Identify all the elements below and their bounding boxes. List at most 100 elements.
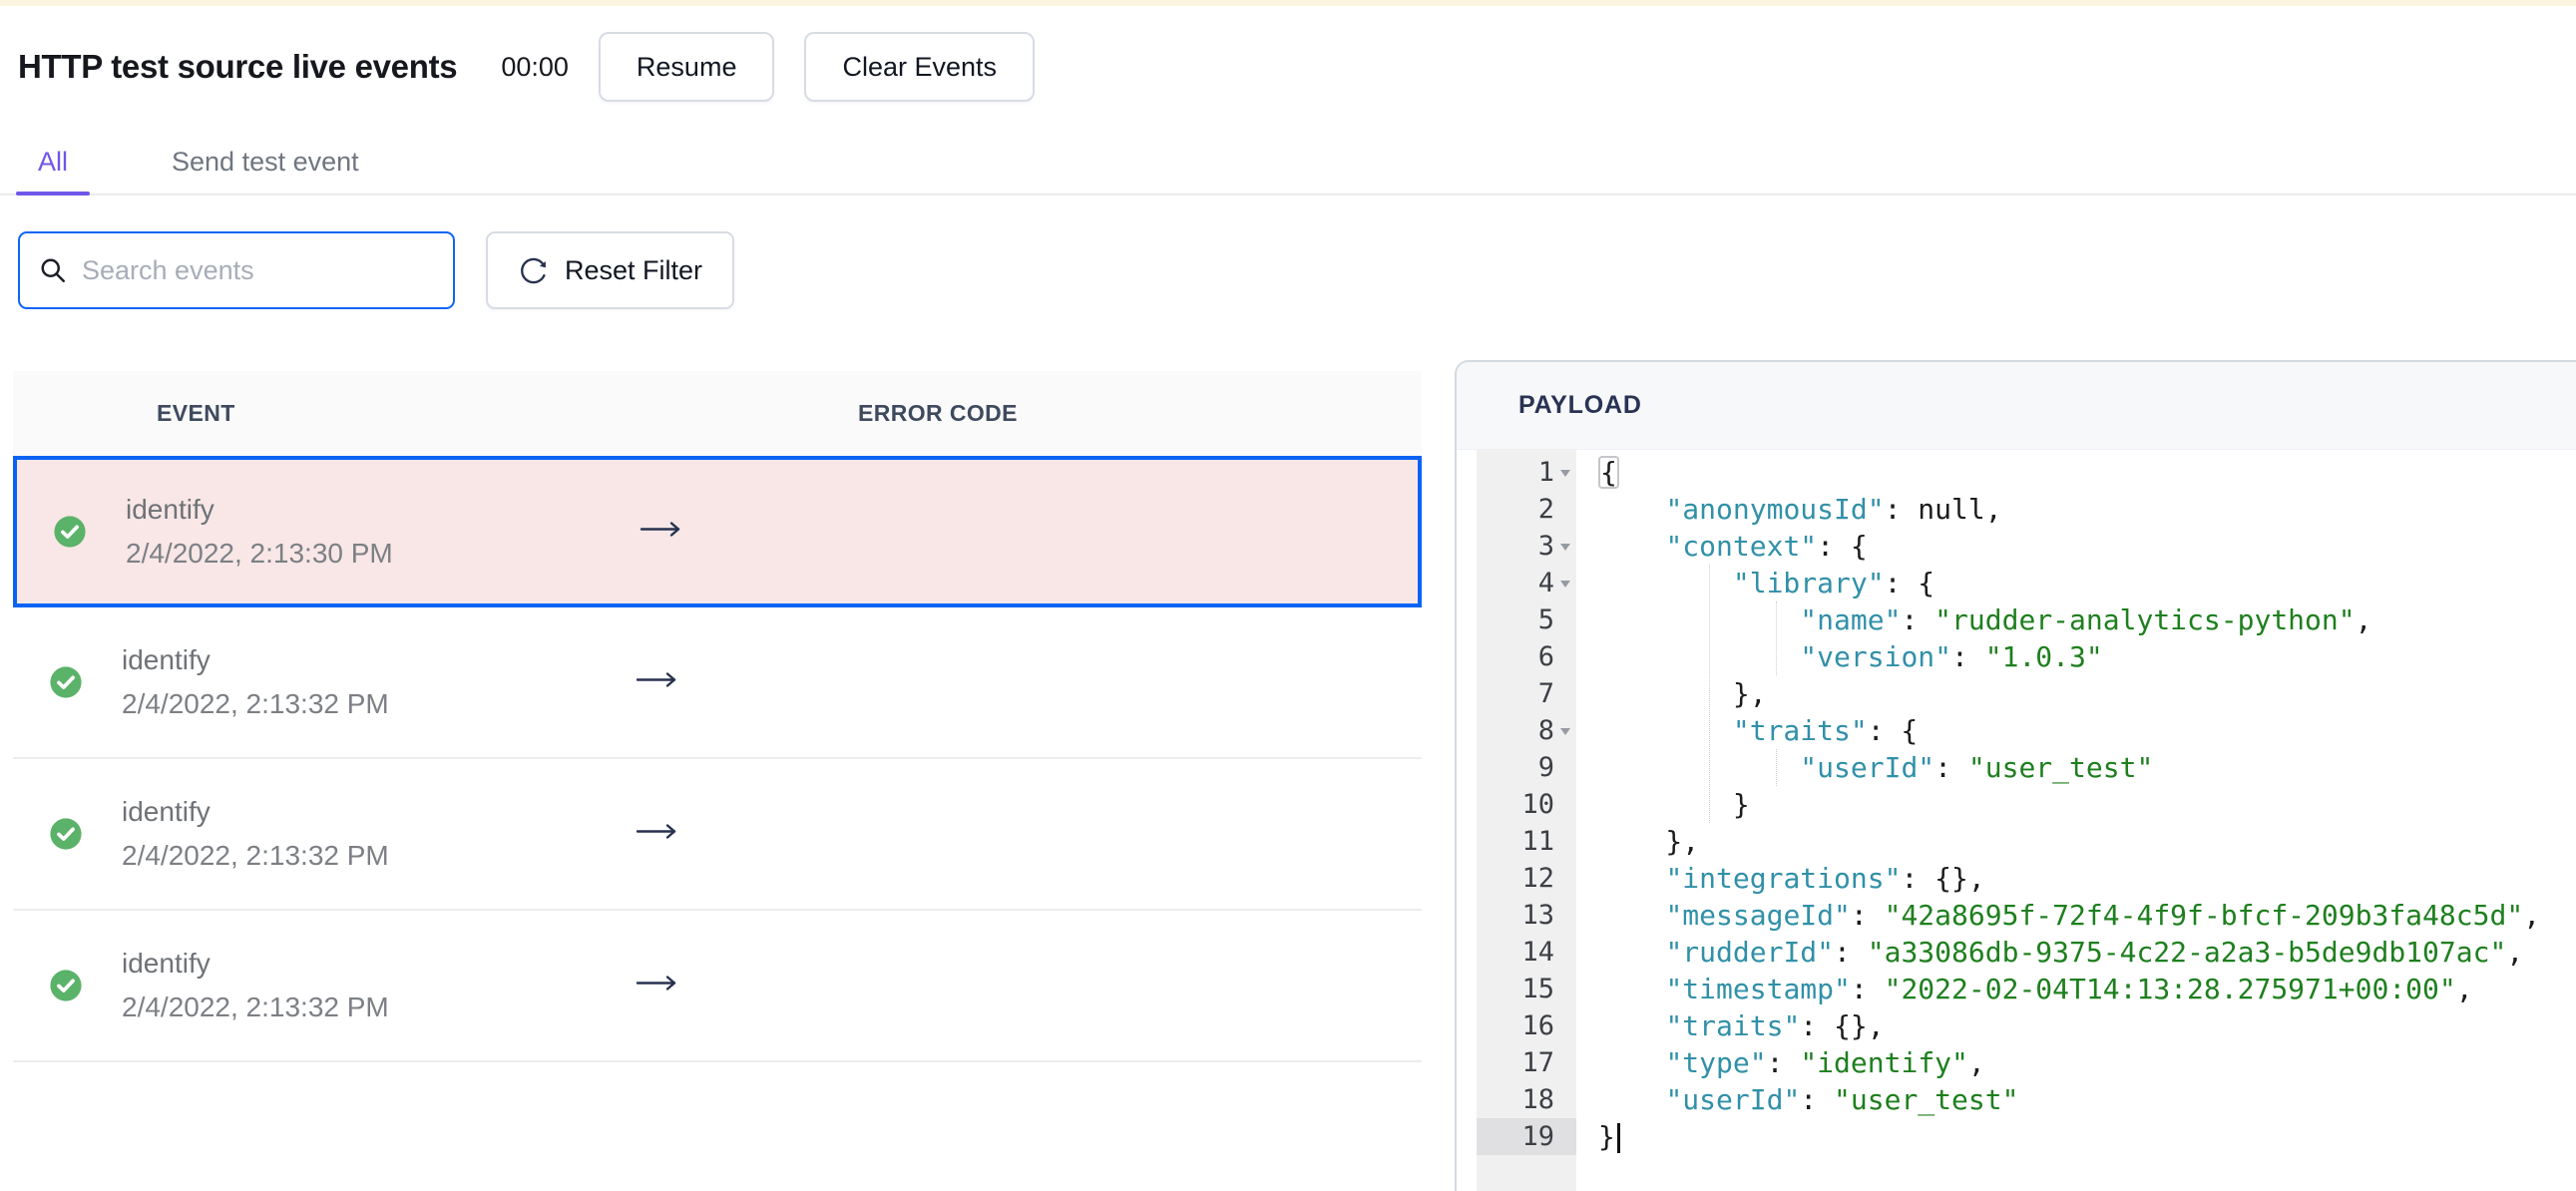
gutter-cell: 16: [1477, 1007, 1576, 1044]
fold-toggle-icon[interactable]: [1554, 468, 1576, 477]
line-number: 2: [1537, 494, 1554, 525]
filter-row: Reset Filter: [0, 231, 2576, 309]
event-name: identify: [122, 948, 211, 979]
code-line: 17 "type": "identify",: [1457, 1044, 2576, 1081]
code-text: "context": {: [1665, 530, 1868, 563]
arrow-right-icon[interactable]: [636, 975, 677, 997]
event-cell: identify 2/4/2022, 2:13:32 PM: [122, 644, 389, 720]
code-text: "version": "1.0.3": [1800, 640, 2103, 673]
event-row[interactable]: identify 2/4/2022, 2:13:32 PM: [13, 759, 1422, 911]
event-timestamp: 2/4/2022, 2:13:30 PM: [126, 538, 393, 569]
code-line: 4 "library": {: [1457, 565, 2576, 601]
code-line: 19}: [1457, 1118, 2576, 1155]
gutter-cell: 9: [1477, 749, 1576, 786]
code-text: {: [1600, 456, 1617, 489]
search-input[interactable]: [82, 254, 435, 286]
reset-filter-button[interactable]: Reset Filter: [486, 231, 735, 309]
reset-filter-label: Reset Filter: [565, 254, 703, 285]
clear-events-button[interactable]: Clear Events: [804, 32, 1036, 102]
code-line: 7 },: [1457, 675, 2576, 712]
code-text: "integrations": {},: [1665, 862, 1985, 895]
gutter-cell: 14: [1477, 934, 1576, 971]
payload-panel-header: PAYLOAD: [1457, 362, 2576, 450]
line-number: 13: [1521, 900, 1554, 931]
event-timestamp: 2/4/2022, 2:13:32 PM: [122, 992, 389, 1022]
gutter-cell: 19: [1477, 1118, 1576, 1155]
column-header-error-code: ERROR CODE: [858, 400, 1018, 426]
gutter-cell: 8: [1477, 712, 1576, 749]
line-number: 10: [1521, 789, 1554, 820]
line-number: 3: [1537, 531, 1554, 562]
top-accent-strip: [0, 0, 2576, 6]
event-row[interactable]: identify 2/4/2022, 2:13:32 PM: [13, 607, 1422, 759]
content-area: EVENT ERROR CODE identify 2/4/2022, 2:13:…: [0, 309, 2576, 1191]
line-number: 7: [1537, 678, 1554, 709]
code-line: 11 },: [1457, 823, 2576, 860]
line-number: 19: [1521, 1121, 1554, 1152]
code-line: 15 "timestamp": "2022-02-04T14:13:28.275…: [1457, 971, 2576, 1007]
line-number: 16: [1521, 1010, 1554, 1041]
gutter-cell: 12: [1477, 860, 1576, 897]
code-line: 13 "messageId": "42a8695f-72f4-4f9f-bfcf…: [1457, 897, 2576, 934]
code-text: "traits": {},: [1665, 1009, 1885, 1042]
code-line: 6 "version": "1.0.3": [1457, 638, 2576, 675]
event-name: identify: [122, 796, 211, 827]
success-check-icon: [49, 817, 83, 851]
page-title: HTTP test source live events: [18, 48, 458, 85]
fold-toggle-icon[interactable]: [1554, 726, 1576, 735]
event-timestamp: 2/4/2022, 2:13:32 PM: [122, 688, 389, 719]
gutter-cell: 17: [1477, 1044, 1576, 1081]
code-line: 3 "context": {: [1457, 528, 2576, 565]
code-text: "name": "rudder-analytics-python",: [1800, 603, 2372, 636]
line-number: 12: [1521, 863, 1554, 894]
tab-all[interactable]: All: [16, 130, 91, 196]
refresh-icon: [521, 257, 546, 283]
line-number: 1: [1537, 457, 1554, 488]
gutter-cell: 1: [1477, 454, 1576, 491]
code-line: 8 "traits": {: [1457, 712, 2576, 749]
tab-bar: All Send test event: [0, 130, 2576, 196]
line-number: 11: [1521, 826, 1554, 857]
gutter-cell: 10: [1477, 786, 1576, 823]
arrow-right-icon[interactable]: [636, 823, 677, 846]
search-box[interactable]: [18, 231, 455, 309]
event-row-selected[interactable]: identify 2/4/2022, 2:13:30 PM: [13, 456, 1422, 607]
code-line: 9 "userId": "user_test": [1457, 749, 2576, 786]
events-table: EVENT ERROR CODE identify 2/4/2022, 2:13:…: [13, 371, 1422, 1062]
success-check-icon: [49, 969, 83, 1002]
line-number: 15: [1521, 974, 1554, 1004]
code-line: 12 "integrations": {},: [1457, 860, 2576, 897]
code-text: "userId": "user_test": [1665, 1083, 2019, 1116]
code-line: 16 "traits": {},: [1457, 1007, 2576, 1044]
column-header-event: EVENT: [157, 400, 235, 426]
events-table-header: EVENT ERROR CODE: [13, 371, 1422, 456]
code-text: }: [1598, 788, 1750, 821]
event-timestamp: 2/4/2022, 2:13:32 PM: [122, 840, 389, 871]
arrow-right-icon[interactable]: [640, 521, 681, 544]
code-text: "userId": "user_test": [1800, 751, 2154, 784]
event-row[interactable]: identify 2/4/2022, 2:13:32 PM: [13, 911, 1422, 1062]
gutter-cell: 18: [1477, 1081, 1576, 1118]
timer-value: 00:00: [501, 51, 569, 82]
line-number: 14: [1521, 937, 1554, 968]
code-text: "timestamp": "2022-02-04T14:13:28.275971…: [1665, 973, 2473, 1005]
payload-json-editor[interactable]: 1{2 "anonymousId": null, 3 "context": {4 …: [1457, 450, 2576, 1191]
line-number: 5: [1537, 604, 1554, 635]
arrow-right-icon[interactable]: [636, 671, 677, 694]
fold-toggle-icon[interactable]: [1554, 542, 1576, 551]
line-number: 4: [1537, 568, 1554, 598]
line-number: 9: [1537, 752, 1554, 783]
event-cell: identify 2/4/2022, 2:13:32 PM: [122, 948, 389, 1023]
fold-toggle-icon[interactable]: [1554, 579, 1576, 588]
search-icon: [41, 258, 66, 283]
resume-button[interactable]: Resume: [598, 32, 775, 102]
code-text: "messageId": "42a8695f-72f4-4f9f-bfcf-20…: [1665, 899, 2541, 932]
line-number: 17: [1521, 1047, 1554, 1078]
payload-title: PAYLOAD: [1518, 391, 1642, 419]
gutter-cell: 3: [1477, 528, 1576, 565]
gutter-cell: 15: [1477, 971, 1576, 1007]
event-name: identify: [126, 494, 215, 525]
success-check-icon: [49, 665, 83, 699]
tab-send-test-event[interactable]: Send test event: [150, 130, 381, 194]
code-line: 5 "name": "rudder-analytics-python",: [1457, 601, 2576, 638]
